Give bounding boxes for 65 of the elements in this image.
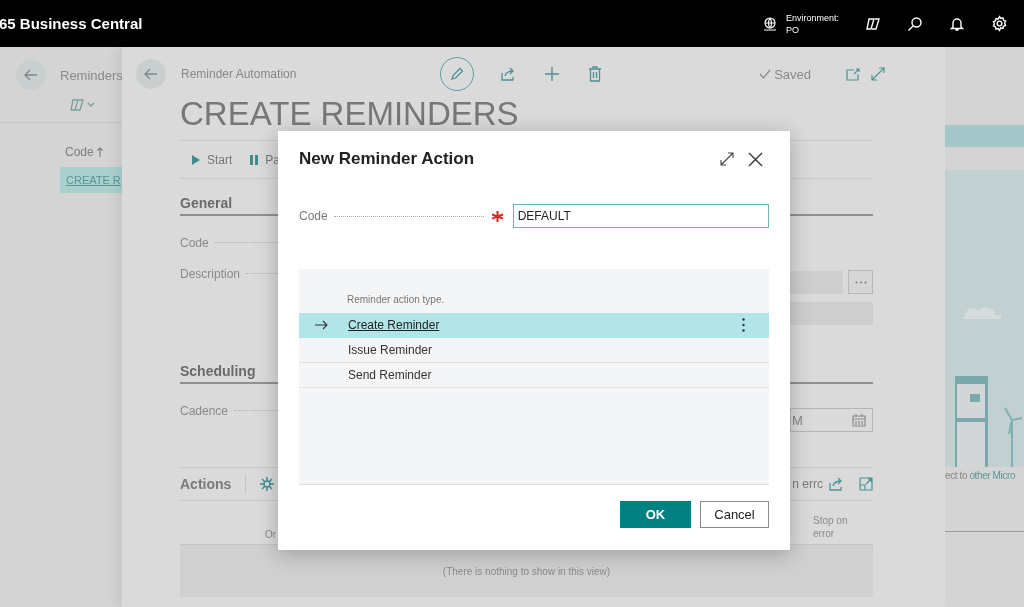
breadcrumb: Reminder Automation: [181, 67, 298, 81]
dialog-title: New Reminder Action: [299, 149, 476, 169]
action-label[interactable]: n errc: [792, 477, 823, 491]
cancel-button[interactable]: Cancel: [700, 501, 769, 528]
text-field[interactable]: [790, 302, 873, 325]
back-arrow-icon: [24, 68, 38, 82]
more-icon: [854, 280, 867, 284]
edit-button[interactable]: [440, 57, 474, 91]
option-row[interactable]: Create Reminder: [299, 313, 769, 338]
bell-icon[interactable]: [949, 15, 965, 32]
arrow-icon: [315, 320, 328, 330]
environment-value: PO: [785, 23, 800, 36]
pencil-icon: [449, 66, 465, 82]
section-header[interactable]: Actions: [180, 476, 232, 492]
page-title: CREATE REMINDERS: [180, 94, 520, 134]
field-label: Code: [299, 209, 328, 223]
code-link[interactable]: CREATE R: [66, 174, 121, 186]
share-icon[interactable]: [829, 477, 845, 491]
settings-icon[interactable]: [991, 15, 1008, 32]
description-field[interactable]: [790, 271, 843, 294]
field-label: Cadence: [180, 403, 229, 418]
pause-icon: [250, 154, 259, 165]
play-icon: [192, 154, 200, 165]
column-header[interactable]: Stop on error: [813, 514, 863, 540]
calendar-icon[interactable]: [852, 413, 866, 427]
field-label: Description: [180, 266, 241, 281]
add-icon[interactable]: [544, 66, 560, 82]
option-label: Create Reminder: [348, 318, 441, 332]
open-new-window-icon[interactable]: [846, 67, 860, 81]
option-row[interactable]: Send Reminder: [299, 363, 769, 388]
expand-icon[interactable]: [720, 152, 734, 166]
field-label: Code: [180, 235, 209, 250]
column-header[interactable]: Code: [65, 145, 94, 159]
globe-icon[interactable]: [761, 15, 778, 32]
search-icon[interactable]: [907, 15, 923, 32]
check-icon: [759, 69, 772, 79]
list-row[interactable]: CREATE R: [60, 167, 122, 193]
back-button[interactable]: [16, 60, 46, 90]
kebab-menu-icon[interactable]: [742, 318, 745, 332]
sparkle-icon[interactable]: [260, 477, 275, 491]
back-arrow-icon: [144, 67, 158, 81]
empty-message: (There is nothing to show in this view): [442, 565, 611, 577]
app-name: 65 Business Central: [0, 15, 143, 32]
start-action[interactable]: Start: [192, 152, 233, 167]
share-icon[interactable]: [500, 66, 516, 82]
column-header[interactable]: Or: [265, 529, 277, 540]
environment-label: Environment:: [785, 11, 839, 24]
page-title: Reminders: [60, 67, 123, 83]
sort-arrow-icon: [96, 147, 103, 157]
save-status: Saved: [774, 66, 811, 82]
back-button[interactable]: [136, 59, 166, 89]
cadence-field[interactable]: M: [790, 408, 873, 432]
promo-link[interactable]: other Micro: [969, 470, 1016, 481]
more-options-button[interactable]: [848, 270, 873, 294]
field-value: M: [792, 412, 803, 428]
option-label: Send Reminder: [348, 368, 433, 382]
option-label: Issue Reminder: [348, 343, 434, 357]
ok-button[interactable]: OK: [620, 501, 691, 528]
expand-window-icon[interactable]: [859, 477, 873, 491]
copilot-icon[interactable]: [865, 15, 881, 32]
close-icon[interactable]: [748, 151, 763, 167]
option-row[interactable]: Issue Reminder: [299, 338, 769, 363]
code-input[interactable]: DEFAULT: [512, 204, 769, 228]
delete-icon[interactable]: [588, 66, 602, 82]
list-header: Reminder action type.: [346, 294, 446, 305]
